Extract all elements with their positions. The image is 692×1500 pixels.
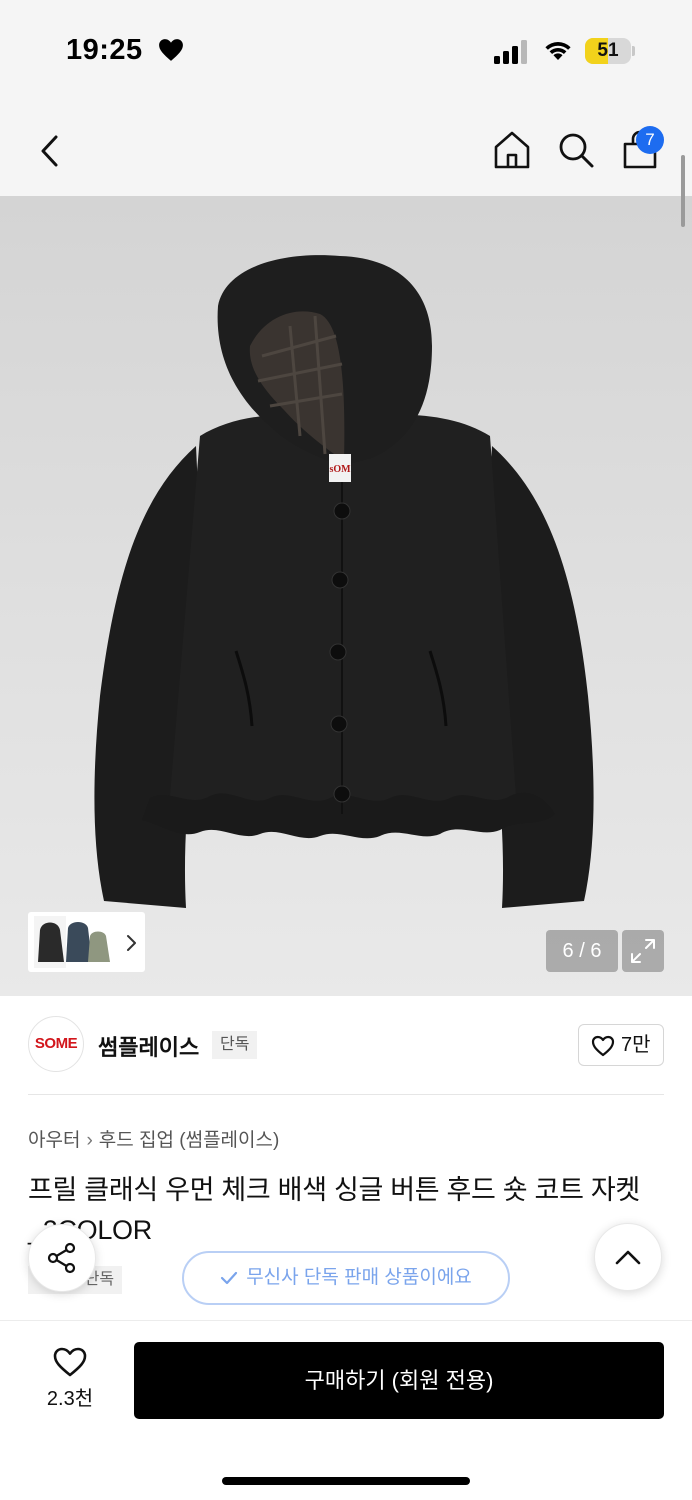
hooded-jacket-image: sOM bbox=[94, 255, 594, 908]
status-time: 19:25 bbox=[66, 34, 143, 66]
exclusive-badge: 단독 bbox=[212, 1031, 258, 1059]
heart-outline-icon bbox=[53, 1347, 87, 1377]
heart-status-icon bbox=[159, 39, 183, 61]
cellular-signal-icon bbox=[494, 40, 527, 64]
check-icon bbox=[221, 1271, 238, 1285]
chevron-right-icon: › bbox=[86, 1130, 93, 1151]
battery-cap bbox=[632, 46, 635, 56]
color-thumbnails bbox=[34, 916, 136, 968]
breadcrumb: 아우터 › 후드 집업 (썸플레이스) bbox=[28, 1125, 279, 1152]
search-icon[interactable] bbox=[556, 130, 596, 170]
home-indicator[interactable] bbox=[222, 1477, 470, 1485]
wishlist-button[interactable]: 2.3천 bbox=[30, 1346, 110, 1411]
expand-button[interactable] bbox=[622, 930, 664, 972]
buy-button[interactable]: 구매하기 (회원 전용) bbox=[134, 1342, 664, 1419]
product-image[interactable]: sOM bbox=[0, 196, 692, 996]
battery-level: 51 bbox=[597, 40, 619, 61]
chevron-left-icon[interactable] bbox=[38, 134, 62, 168]
home-icon[interactable] bbox=[492, 130, 532, 170]
brand-like-count: 7만 bbox=[621, 1034, 651, 1056]
wifi-icon bbox=[545, 42, 571, 60]
svg-text:sOM: sOM bbox=[329, 464, 351, 475]
expand-icon bbox=[631, 939, 655, 963]
exclusive-notice-pill: 무신사 단독 판매 상품이에요 bbox=[182, 1251, 510, 1305]
color-thumbnail-strip[interactable] bbox=[28, 912, 145, 972]
scrollbar[interactable] bbox=[681, 155, 685, 227]
section-divider bbox=[28, 1094, 664, 1095]
status-bar: 19:25 51 bbox=[0, 0, 692, 100]
exclusive-notice-text: 무신사 단독 판매 상품이에요 bbox=[246, 1267, 472, 1288]
brand-logo[interactable]: SOME bbox=[28, 1016, 84, 1072]
wishlist-count: 2.3천 bbox=[46, 1388, 94, 1410]
scroll-to-top-button[interactable] bbox=[594, 1223, 662, 1291]
chevron-up-icon bbox=[615, 1250, 641, 1265]
battery-indicator: 51 bbox=[585, 38, 631, 64]
share-icon bbox=[47, 1242, 76, 1274]
brand-name[interactable]: 썸플레이스 bbox=[98, 1030, 199, 1062]
cart-count-badge: 7 bbox=[636, 126, 664, 154]
product-title: 프릴 클래식 우먼 체크 배색 싱글 버튼 후드 숏 코트 자켓_2COLOR bbox=[28, 1175, 640, 1245]
breadcrumb-item[interactable]: 후드 집업 (썸플레이스) bbox=[99, 1130, 280, 1151]
brand-like-button[interactable]: 7만 bbox=[578, 1024, 664, 1066]
share-button[interactable] bbox=[28, 1224, 96, 1292]
breadcrumb-item[interactable]: 아우터 bbox=[28, 1130, 80, 1151]
image-counter: 6 / 6 bbox=[546, 930, 618, 972]
heart-outline-icon bbox=[591, 1035, 615, 1057]
